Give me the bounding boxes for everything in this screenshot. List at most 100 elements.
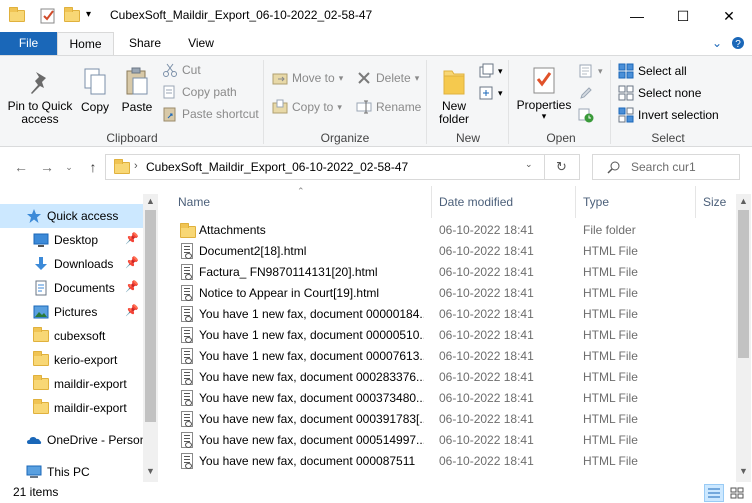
select-none-button[interactable]: Select none — [618, 83, 701, 103]
pin-icon[interactable]: 📌 — [125, 232, 139, 245]
properties-check-icon[interactable] — [40, 8, 56, 24]
scroll-down-icon[interactable]: ▼ — [736, 466, 751, 476]
file-row[interactable]: You have new fax, document 000514997... 0… — [160, 430, 736, 451]
scroll-up-icon[interactable]: ▲ — [143, 196, 158, 206]
address-dropdown-icon[interactable]: ⌄ — [525, 159, 533, 170]
column-header-size[interactable]: Size — [703, 186, 726, 218]
nav-item-downloads[interactable]: Downloads 📌 — [0, 252, 143, 276]
copy-to-icon — [272, 99, 288, 115]
file-row[interactable]: Attachments 06-10-2022 18:41 File folder — [160, 220, 736, 241]
file-row[interactable]: Factura_ FN9870114131[20].html 06-10-2022… — [160, 262, 736, 283]
easy-access-button[interactable]: ▾ — [478, 83, 503, 103]
cut-button[interactable]: Cut — [162, 60, 201, 80]
file-row[interactable]: You have new fax, document 000087511 06-1… — [160, 451, 736, 472]
chevron-down-icon: ▾ — [541, 111, 547, 121]
copy-button[interactable]: Copy — [78, 66, 112, 114]
close-button[interactable]: ✕ — [706, 0, 752, 32]
move-to-button[interactable]: Move to ▾ — [272, 68, 343, 88]
nav-item-onedrive[interactable]: OneDrive - Person — [0, 428, 146, 452]
select-all-button[interactable]: Select all — [618, 61, 687, 81]
column-divider[interactable] — [575, 186, 576, 218]
nav-item-quick-access[interactable]: Quick access — [0, 204, 143, 228]
large-icons-view-button[interactable] — [727, 484, 747, 502]
rename-button[interactable]: Rename — [356, 97, 421, 117]
file-row[interactable]: Notice to Appear in Court[19].html 06-10-… — [160, 283, 736, 304]
copy-path-button[interactable]: Copy path — [162, 82, 237, 102]
ribbon: Pin to Quick access Copy Paste Cut Copy … — [0, 55, 752, 147]
nav-item-documents[interactable]: Documents 📌 — [0, 276, 143, 300]
help-icon[interactable]: ? — [731, 36, 745, 53]
delete-button[interactable]: Delete ▾ — [356, 68, 419, 88]
file-date-modified: 06-10-2022 18:41 — [439, 265, 534, 279]
html-file-icon — [180, 411, 194, 428]
nav-item-this-pc[interactable]: This PC — [0, 460, 143, 482]
file-row[interactable]: You have 1 new fax, document 00000510...… — [160, 325, 736, 346]
minimize-button[interactable]: — — [614, 0, 660, 32]
refresh-icon[interactable]: ↻ — [556, 159, 567, 175]
edit-button[interactable] — [578, 83, 594, 103]
tab-share[interactable]: Share — [120, 32, 170, 55]
search-box[interactable]: Search cur1 — [592, 154, 740, 180]
details-view-button[interactable] — [704, 484, 724, 502]
move-to-icon — [272, 70, 288, 86]
file-row[interactable]: You have new fax, document 000373480... 0… — [160, 388, 736, 409]
nav-item-desktop[interactable]: Desktop 📌 — [0, 228, 143, 252]
folder-icon[interactable] — [9, 7, 25, 24]
new-item-button[interactable]: ▾ — [478, 61, 503, 81]
scroll-up-icon[interactable]: ▲ — [736, 196, 751, 206]
file-date-modified: 06-10-2022 18:41 — [439, 244, 534, 258]
column-divider[interactable] — [695, 186, 696, 218]
address-bar[interactable]: › CubexSoft_Maildir_Export_06-10-2022_02… — [105, 154, 580, 180]
desktop-icon — [33, 232, 49, 248]
properties-button[interactable]: Properties ▾ — [515, 64, 573, 121]
back-arrow-icon[interactable]: ← — [10, 156, 32, 178]
column-header-type[interactable]: Type — [583, 186, 609, 218]
nav-item-pictures[interactable]: Pictures 📌 — [0, 300, 143, 324]
file-row[interactable]: You have 1 new fax, document 00000184...… — [160, 304, 736, 325]
invert-selection-button[interactable]: Invert selection — [618, 105, 719, 125]
open-button[interactable]: ▾ — [578, 61, 603, 81]
nav-scrollbar[interactable]: ▲ ▼ — [143, 194, 158, 482]
file-row[interactable]: You have 1 new fax, document 00007613...… — [160, 346, 736, 367]
file-date-modified: 06-10-2022 18:41 — [439, 370, 534, 384]
file-row[interactable]: You have new fax, document 000391783[...… — [160, 409, 736, 430]
file-type: HTML File — [583, 286, 638, 300]
column-divider[interactable] — [431, 186, 432, 218]
nav-item-maildir-export-2[interactable]: maildir-export — [0, 396, 143, 420]
nav-item-maildir-export[interactable]: maildir-export — [0, 372, 143, 396]
nav-item-cubexsoft[interactable]: cubexsoft — [0, 324, 143, 348]
paste-shortcut-button[interactable]: Paste shortcut — [162, 104, 259, 124]
pin-icon[interactable]: 📌 — [125, 280, 139, 293]
paste-button[interactable]: Paste — [118, 66, 156, 114]
column-header-date[interactable]: Date modified — [439, 186, 513, 218]
paste-shortcut-label: Paste shortcut — [182, 107, 259, 121]
pin-icon[interactable]: 📌 — [125, 256, 139, 269]
file-name: You have 1 new fax, document 00007613... — [199, 349, 424, 363]
tab-file[interactable]: File — [0, 32, 57, 55]
recent-locations-chevron-icon[interactable]: ⌄ — [58, 156, 80, 178]
column-header-name[interactable]: Name — [178, 186, 210, 218]
scroll-thumb[interactable] — [738, 210, 749, 358]
pin-to-quick-access-button[interactable]: Pin to Quick access — [4, 66, 76, 126]
new-folder-qat-icon[interactable] — [64, 7, 80, 24]
star-icon — [26, 208, 42, 224]
nav-item-kerio-export[interactable]: kerio-export — [0, 348, 143, 372]
file-list-scrollbar[interactable]: ▲ ▼ — [736, 194, 751, 482]
tab-home[interactable]: Home — [57, 32, 114, 55]
scroll-thumb[interactable] — [145, 210, 156, 422]
new-folder-button[interactable]: New folder — [434, 66, 474, 126]
file-row[interactable]: Document2[18].html 06-10-2022 18:41 HTML F… — [160, 241, 736, 262]
maximize-button[interactable]: ☐ — [660, 0, 706, 32]
forward-arrow-icon[interactable]: → — [36, 156, 58, 178]
up-arrow-icon[interactable]: ↑ — [82, 156, 104, 178]
file-name: You have new fax, document 000087511 — [199, 454, 416, 468]
pin-icon[interactable]: 📌 — [125, 304, 139, 317]
ribbon-expand-icon[interactable]: ⌄ — [712, 36, 722, 50]
copy-to-button[interactable]: Copy to ▾ — [272, 97, 342, 117]
scroll-down-icon[interactable]: ▼ — [143, 466, 158, 476]
qat-dropdown-icon[interactable]: ▾ — [86, 9, 102, 25]
file-row[interactable]: You have new fax, document 000283376... 0… — [160, 367, 736, 388]
tab-view[interactable]: View — [176, 32, 226, 55]
history-button[interactable] — [578, 105, 594, 125]
folder-icon — [33, 375, 49, 392]
